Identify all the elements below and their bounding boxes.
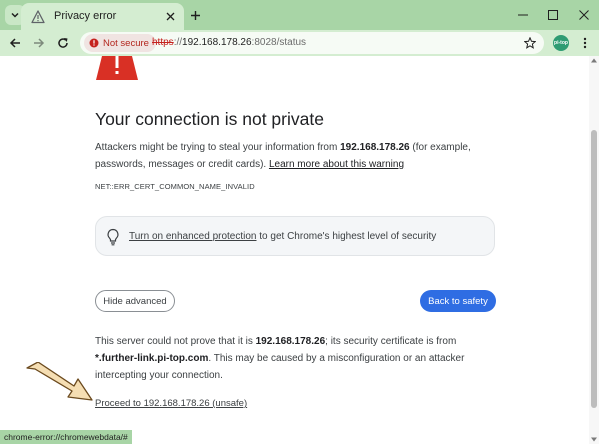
- warning-paragraph: Attackers might be trying to steal your …: [95, 139, 515, 173]
- lightbulb-icon: [107, 228, 119, 246]
- plus-icon: [190, 10, 200, 20]
- chevron-down-icon: [11, 12, 19, 18]
- tab-title: Privacy error: [54, 10, 117, 22]
- url-port-path: :8028/status: [251, 37, 307, 48]
- minimize-button[interactable]: [512, 5, 534, 25]
- scroll-up-arrow-icon[interactable]: [591, 58, 597, 63]
- tab-close-button[interactable]: [162, 8, 178, 24]
- status-bubble: chrome-error://chromewebdata/#: [0, 430, 132, 444]
- enhanced-protection-rest: to get Chrome's highest level of securit…: [256, 231, 437, 242]
- star-icon: [524, 37, 536, 49]
- warning-host: 192.168.178.26: [340, 142, 410, 153]
- scroll-down-arrow-icon[interactable]: [591, 437, 597, 442]
- address-bar[interactable]: Not secure https://192.168.178.26:8028/s…: [80, 32, 544, 54]
- bookmark-button[interactable]: [522, 35, 538, 51]
- url-separator: ://: [173, 37, 183, 48]
- minimize-icon: [518, 14, 528, 16]
- warning-text: Attackers might be trying to steal your …: [95, 142, 341, 153]
- window-close-button[interactable]: [573, 5, 595, 25]
- url-text[interactable]: https://192.168.178.26:8028/status: [152, 37, 306, 48]
- toolbar: Not secure https://192.168.178.26:8028/s…: [0, 30, 599, 56]
- enhanced-protection-text: Turn on enhanced protection to get Chrom…: [129, 231, 436, 242]
- page-scrollbar[interactable]: [589, 56, 599, 444]
- reload-button[interactable]: [54, 34, 72, 52]
- page-title: Your connection is not private: [95, 109, 324, 129]
- annotation-arrow-icon: [26, 362, 93, 401]
- page-content: Your connection is not private Attackers…: [0, 56, 589, 444]
- not-secure-label: Not secure: [103, 37, 149, 49]
- alert-triangle-icon: [31, 10, 45, 24]
- url-host: 192.168.178.26: [182, 37, 252, 48]
- details-host: 192.168.178.26: [255, 336, 326, 347]
- tab-strip: Privacy error: [0, 0, 599, 30]
- new-tab-button[interactable]: [186, 6, 204, 24]
- enhanced-protection-link[interactable]: Turn on enhanced protection: [129, 231, 257, 242]
- security-chip[interactable]: Not secure: [84, 34, 156, 52]
- tab-privacy-error[interactable]: Privacy error: [21, 3, 184, 30]
- forward-button[interactable]: [30, 34, 48, 52]
- close-icon: [579, 10, 589, 20]
- scrollbar-thumb[interactable]: [591, 130, 597, 408]
- proceed-unsafe-link[interactable]: Proceed to 192.168.178.26 (unsafe): [95, 398, 247, 409]
- back-button[interactable]: [6, 34, 24, 52]
- pi-top-extension-icon[interactable]: pi-top: [553, 35, 569, 51]
- reload-icon: [58, 38, 68, 48]
- details-text-cont: ; its security certificate is from: [325, 336, 457, 347]
- hide-advanced-button[interactable]: Hide advanced: [95, 290, 175, 312]
- details-certificate-domain: *.further-link.pi-top.com: [95, 353, 209, 364]
- chrome-menu-button[interactable]: [578, 34, 592, 52]
- warning-triangle-icon: [96, 56, 138, 80]
- arrow-left-icon: [9, 38, 20, 48]
- more-vertical-icon: [583, 37, 587, 49]
- not-secure-icon: [89, 38, 99, 48]
- maximize-button[interactable]: [542, 5, 564, 25]
- url-scheme: https: [152, 37, 174, 48]
- learn-more-link[interactable]: Learn more about this warning: [269, 159, 404, 170]
- arrow-right-icon: [34, 38, 45, 48]
- advanced-details: This server could not prove that it is 1…: [95, 333, 475, 384]
- maximize-icon: [548, 10, 558, 20]
- enhanced-protection-box: Turn on enhanced protection to get Chrom…: [95, 216, 495, 256]
- close-icon: [166, 12, 174, 20]
- details-text: This server could not prove that it is: [95, 336, 256, 347]
- back-to-safety-button[interactable]: Back to safety: [420, 290, 496, 312]
- error-code: NET::ERR_CERT_COMMON_NAME_INVALID: [95, 182, 255, 191]
